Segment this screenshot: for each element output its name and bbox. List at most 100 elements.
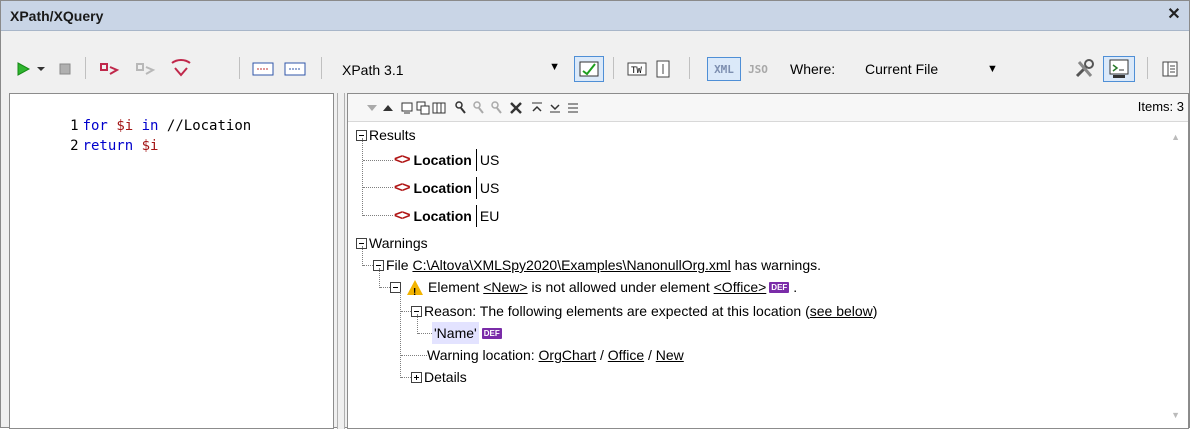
column-divider — [475, 177, 477, 199]
collapse-all-icon[interactable] — [530, 100, 544, 116]
grid-view-icon[interactable] — [653, 58, 673, 80]
close-icon[interactable]: ✕ — [1165, 5, 1183, 25]
wrap-text-icon[interactable] — [566, 100, 580, 116]
results-pane: Items: 3 Results <> Location US <> Location… — [347, 93, 1189, 429]
text-view-icon[interactable]: TW — [625, 58, 649, 80]
chevron-down-icon[interactable]: ▼ — [987, 63, 998, 75]
clear-results-icon[interactable] — [508, 100, 524, 116]
warning-element-node[interactable]: Element <New> is not allowed under eleme… — [390, 276, 798, 304]
toolbar-separator — [1147, 57, 1148, 79]
find-next-icon[interactable] — [472, 100, 486, 116]
toolbar-separator — [85, 57, 86, 79]
find-previous-icon[interactable] — [490, 100, 504, 116]
find-icon[interactable] — [454, 100, 468, 116]
tree-connector — [418, 333, 432, 334]
element-new-link[interactable]: <New> — [483, 276, 527, 298]
json-mode-button[interactable]: JSO — [743, 57, 773, 81]
location-orgchart-link[interactable]: OrgChart — [539, 344, 597, 366]
tree-connector — [401, 355, 427, 356]
run-options-chevron-down-icon[interactable] — [34, 59, 48, 79]
see-below-link[interactable]: see below — [810, 300, 873, 322]
location-office-link[interactable]: Office — [608, 344, 644, 366]
insert-comment-icon[interactable] — [251, 59, 275, 79]
previous-item-icon[interactable] — [382, 103, 394, 113]
debug-step-out-icon[interactable] — [167, 56, 195, 82]
results-tree: Results <> Location US <> Location US <> Loca… — [348, 122, 1168, 428]
copy-all-icon[interactable] — [416, 101, 430, 115]
result-item[interactable]: <> Location EU — [394, 205, 499, 227]
chevron-down-icon: ▼ — [549, 61, 560, 73]
scroll-down-icon[interactable]: ▼ — [1171, 410, 1180, 420]
result-element-name: Location — [413, 152, 472, 168]
file-path-link[interactable]: C:\Altova\XMLSpy2020\Examples\NanonullOr… — [412, 254, 730, 276]
next-item-icon[interactable] — [366, 103, 378, 113]
details-node[interactable]: Details — [411, 366, 467, 388]
stop-icon[interactable] — [55, 59, 75, 79]
toolbar-separator — [689, 57, 690, 79]
columns-icon[interactable] — [432, 101, 446, 115]
warning-icon — [407, 279, 423, 304]
location-prefix: Warning location: — [427, 347, 535, 363]
expand-all-icon[interactable] — [548, 100, 562, 116]
keyword-return: return — [82, 138, 134, 154]
warning-location-node: Warning location: OrgChart / Office / Ne… — [427, 344, 684, 366]
window-title: XPath/XQuery — [10, 8, 104, 24]
remove-comment-icon[interactable] — [283, 59, 307, 79]
element-prefix: Element — [428, 279, 480, 295]
copy-selected-icon[interactable] — [400, 101, 414, 115]
element-mid: is not allowed under element — [531, 279, 710, 295]
results-node[interactable]: Results — [356, 124, 416, 146]
location-new-link[interactable]: New — [656, 344, 684, 366]
tree-connector — [400, 292, 401, 378]
xpath-expression-editor[interactable]: 1 for $i in //Location 2 return $i — [9, 93, 334, 429]
result-element-name: Location — [413, 208, 472, 224]
tree-connector — [401, 311, 411, 312]
scroll-up-icon[interactable]: ▲ — [1171, 132, 1180, 142]
tree-connector — [379, 268, 380, 288]
expected-element-item[interactable]: 'Name' DEF — [432, 322, 502, 344]
collapse-box-icon[interactable] — [390, 281, 401, 293]
builder-mode-icon[interactable] — [574, 56, 604, 82]
debug-start-icon[interactable] — [95, 56, 123, 82]
definition-badge-icon[interactable]: DEF — [481, 327, 502, 339]
layout-panes-icon[interactable] — [1159, 58, 1181, 80]
location-separator: / — [648, 347, 652, 363]
result-element-name: Location — [413, 180, 472, 196]
pane-splitter[interactable] — [337, 93, 345, 429]
result-item[interactable]: <> Location US — [394, 149, 499, 171]
tree-connector — [380, 287, 390, 288]
line-number: 2 — [70, 138, 79, 154]
details-label: Details — [424, 369, 467, 385]
element-office-link[interactable]: <Office> — [714, 276, 767, 298]
run-icon[interactable] — [13, 59, 33, 79]
show-result-window-icon[interactable] — [1103, 56, 1135, 82]
file-suffix: has warnings. — [734, 257, 821, 273]
warning-file-node[interactable]: File C:\Altova\XMLSpy2020\Examples\Nanon… — [373, 254, 821, 276]
items-count: Items: 3 — [1137, 99, 1184, 114]
settings-tools-icon[interactable] — [1071, 56, 1099, 82]
result-item[interactable]: <> Location US — [394, 177, 499, 199]
expected-name: 'Name' — [432, 322, 479, 344]
expand-box-icon[interactable] — [411, 371, 422, 383]
result-value: US — [479, 152, 500, 168]
warnings-node[interactable]: Warnings — [356, 232, 428, 254]
where-dropdown[interactable]: Current File — [865, 61, 938, 77]
column-divider — [475, 205, 477, 227]
tree-connector — [363, 265, 373, 266]
toolbar-separator — [613, 57, 614, 79]
element-suffix: . — [793, 279, 798, 295]
toolbar-separator — [321, 57, 322, 79]
editor-line: 1 for $i in //Location — [10, 96, 251, 134]
definition-badge-icon[interactable]: DEF — [769, 281, 790, 293]
variable: $i — [141, 138, 159, 154]
xpath-version-dropdown[interactable]: XPath 3.1 ▼ — [334, 58, 566, 82]
results-label: Results — [369, 127, 416, 143]
column-divider — [475, 149, 477, 171]
tree-connector — [362, 246, 363, 266]
debug-step-icon[interactable] — [131, 56, 159, 82]
xml-mode-button[interactable]: XML — [707, 57, 741, 81]
results-toolbar: Items: 3 — [348, 94, 1188, 122]
editor-line: 2 return $i — [10, 116, 158, 154]
warning-reason-node[interactable]: Reason: The following elements are expec… — [411, 300, 877, 322]
reason-prefix: Reason: The following elements are expec… — [424, 303, 810, 319]
